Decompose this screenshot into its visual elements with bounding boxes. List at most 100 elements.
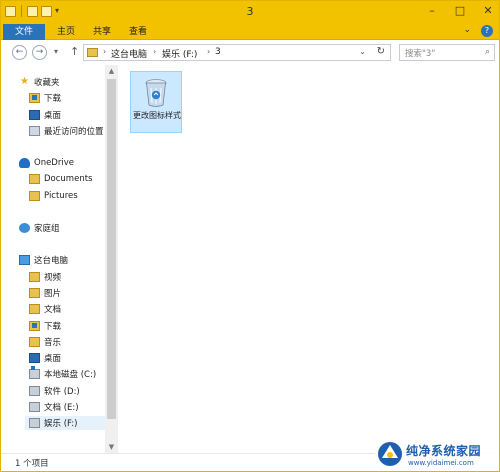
downloads-folder-icon (29, 93, 40, 103)
file-list: 更改图标样式 (119, 65, 499, 453)
breadcrumb-drive-f[interactable]: 娱乐 (F:) (162, 47, 197, 60)
nav-item-downloads-pc[interactable]: 下载 (29, 319, 61, 333)
nav-item-label: 本地磁盘 (C:) (44, 370, 97, 380)
up-button[interactable]: ↑ (70, 45, 79, 58)
nav-item-pictures-pc[interactable]: 图片 (29, 286, 61, 300)
expand-ribbon-icon[interactable]: ⌄ (463, 25, 471, 37)
item-count: 1 个项目 (15, 459, 49, 469)
nav-item-desktop-pc[interactable]: 桌面 (29, 351, 61, 365)
nav-favorites[interactable]: ★ 收藏夹 (19, 75, 60, 89)
nav-item-label: 桌面 (44, 354, 62, 364)
chevron-right-icon[interactable]: › (103, 47, 106, 56)
music-folder-icon (29, 337, 40, 347)
address-row: ← → ▾ ↑ › 这台电脑 › 娱乐 (F:) › 3 ⌄ ↻ 搜索"3" ⌕ (1, 40, 499, 65)
nav-item-label: Documents (44, 174, 93, 184)
nav-item-documents-pc[interactable]: 文档 (29, 302, 61, 316)
tab-share[interactable]: 共享 (87, 24, 117, 40)
nav-item-music[interactable]: 音乐 (29, 335, 61, 349)
nav-item-recent[interactable]: 最近访问的位置 (29, 124, 104, 138)
documents-folder-icon (29, 304, 40, 314)
folder-icon (29, 174, 40, 184)
nav-item-label: Pictures (44, 191, 78, 201)
watermark-logo-icon (378, 442, 402, 466)
watermark-title: 纯净系统家园 (406, 444, 482, 458)
close-button[interactable]: ✕ (481, 3, 495, 19)
nav-item-label: 图片 (44, 289, 62, 299)
drive-icon (29, 402, 40, 412)
file-name: 更改图标样式 (133, 111, 181, 120)
nav-item-label: 视频 (44, 273, 62, 283)
breadcrumb-folder-3[interactable]: 3 (215, 47, 221, 57)
file-item[interactable]: 更改图标样式 (130, 71, 182, 133)
chevron-right-icon[interactable]: › (153, 47, 156, 56)
nav-item-label: 下载 (44, 94, 62, 104)
scroll-up-icon[interactable]: ▲ (105, 65, 118, 77)
nav-item-label: 文档 (E:) (44, 403, 79, 413)
ribbon-right-controls: ⌄ ? (463, 25, 493, 37)
nav-item-videos[interactable]: 视频 (29, 270, 61, 284)
maximize-button[interactable]: □ (453, 3, 467, 19)
nav-homegroup[interactable]: 家庭组 (19, 221, 60, 235)
nav-item-label: 桌面 (44, 111, 62, 121)
nav-item-label: 下载 (44, 322, 62, 332)
computer-icon (19, 255, 30, 265)
nav-item-drive-e[interactable]: 文档 (E:) (29, 400, 79, 414)
nav-item-label: 音乐 (44, 338, 62, 348)
refresh-icon[interactable]: ↻ (377, 46, 385, 57)
nav-item-drive-d[interactable]: 软件 (D:) (29, 384, 80, 398)
nav-item-pictures[interactable]: Pictures (29, 189, 78, 203)
scroll-thumb[interactable] (107, 79, 116, 419)
tab-home[interactable]: 主页 (51, 24, 81, 40)
nav-this-pc[interactable]: 这台电脑 (19, 253, 68, 267)
nav-item-label: 软件 (D:) (44, 387, 80, 397)
address-bar[interactable]: › 这台电脑 › 娱乐 (F:) › 3 ⌄ ↻ (83, 44, 391, 61)
drive-icon (29, 418, 40, 428)
nav-item-label: 最近访问的位置 (44, 127, 104, 137)
ribbon-tabs: 文件 主页 共享 查看 ⌄ ? (1, 23, 499, 40)
desktop-icon (29, 353, 40, 363)
nav-item-drive-c[interactable]: 本地磁盘 (C:) (29, 366, 97, 381)
nav-this-pc-label: 这台电脑 (34, 256, 69, 266)
recent-places-icon (29, 126, 40, 136)
forward-button[interactable]: → (32, 45, 47, 60)
help-icon[interactable]: ? (481, 25, 493, 37)
breadcrumb-this-pc[interactable]: 这台电脑 (111, 47, 147, 60)
homegroup-icon (19, 223, 30, 233)
nav-item-label: 文档 (44, 305, 62, 315)
cloud-icon (19, 158, 30, 168)
nav-item-desktop[interactable]: 桌面 (29, 108, 61, 122)
downloads-folder-icon (29, 321, 40, 331)
folder-icon (87, 48, 98, 57)
desktop-icon (29, 110, 40, 120)
nav-item-downloads[interactable]: 下载 (29, 91, 61, 105)
window-controls: – □ ✕ (425, 3, 495, 19)
explorer-window: ▾ 3 – □ ✕ 文件 主页 共享 查看 ⌄ ? ← → ▾ ↑ › 这台电脑… (0, 0, 500, 472)
recycle-bin-icon (145, 79, 167, 107)
nav-item-documents[interactable]: Documents (29, 172, 92, 186)
navigation-pane: ★ 收藏夹 下载 桌面 最近访问的位置 OneDrive Documents P… (1, 65, 118, 453)
nav-onedrive[interactable]: OneDrive (19, 156, 74, 170)
chevron-right-icon[interactable]: › (207, 47, 210, 56)
recent-locations-icon[interactable]: ▾ (54, 47, 58, 56)
title-bar: ▾ 3 – □ ✕ (1, 1, 499, 23)
back-button[interactable]: ← (12, 45, 27, 60)
minimize-button[interactable]: – (425, 3, 439, 19)
chevron-down-icon[interactable]: ⌄ (359, 47, 366, 56)
nav-item-drive-f[interactable]: 娱乐 (F:) (25, 416, 105, 430)
tab-file[interactable]: 文件 (3, 24, 45, 40)
drive-icon (29, 386, 40, 396)
search-placeholder: 搜索"3" (405, 49, 436, 59)
search-icon[interactable]: ⌕ (485, 47, 490, 57)
folder-icon (29, 191, 40, 201)
search-input[interactable]: 搜索"3" ⌕ (399, 44, 495, 61)
star-icon: ★ (20, 76, 29, 87)
nav-scrollbar[interactable]: ▲ ▼ (105, 65, 118, 453)
nav-item-label: 娱乐 (F:) (44, 419, 78, 429)
system-drive-icon (29, 366, 40, 379)
pictures-folder-icon (29, 288, 40, 298)
scroll-down-icon[interactable]: ▼ (105, 441, 118, 453)
nav-favorites-label: 收藏夹 (34, 78, 60, 88)
watermark-url: www.yidaimei.com (408, 459, 474, 467)
nav-homegroup-label: 家庭组 (34, 224, 60, 234)
tab-view[interactable]: 查看 (123, 24, 153, 40)
